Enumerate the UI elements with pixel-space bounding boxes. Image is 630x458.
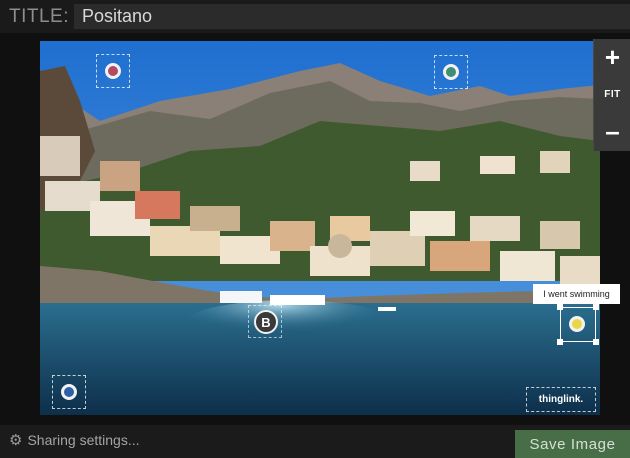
title-input[interactable] bbox=[74, 4, 630, 29]
pin-icon bbox=[443, 64, 459, 80]
thinglink-watermark[interactable]: thinglink. bbox=[526, 387, 596, 412]
tag-b-badge: B bbox=[254, 310, 278, 334]
resize-handle[interactable] bbox=[557, 339, 563, 345]
tag-tooltip: I went swimming bbox=[533, 284, 620, 304]
zoom-in-button[interactable]: + bbox=[594, 39, 630, 76]
sharing-settings-link[interactable]: ⚙ Sharing settings... bbox=[9, 431, 140, 449]
image-editor: B thinglink. I went swimming + FIT – bbox=[0, 33, 630, 425]
save-image-button[interactable]: Save Image bbox=[515, 430, 630, 458]
resize-handle[interactable] bbox=[593, 339, 599, 345]
resize-handle[interactable] bbox=[593, 304, 599, 310]
photo-illustration bbox=[40, 41, 600, 415]
resize-handle[interactable] bbox=[557, 304, 563, 310]
selected-tag-marker[interactable] bbox=[557, 304, 599, 345]
tag-marker-red[interactable] bbox=[96, 54, 130, 88]
positano-photo[interactable]: B thinglink. bbox=[40, 41, 600, 415]
tag-marker-blue[interactable] bbox=[52, 375, 86, 409]
sharing-settings-label: Sharing settings... bbox=[27, 432, 140, 448]
footer-bar: ⚙ Sharing settings... Save Image bbox=[0, 425, 630, 458]
title-bar: TITLE: bbox=[0, 0, 630, 33]
pin-icon bbox=[569, 316, 585, 332]
zoom-out-button[interactable]: – bbox=[594, 113, 630, 150]
title-label: TITLE: bbox=[9, 6, 70, 27]
tag-marker-green[interactable] bbox=[434, 55, 468, 89]
pin-icon bbox=[61, 384, 77, 400]
gear-icon: ⚙ bbox=[9, 432, 23, 449]
zoom-fit-button[interactable]: FIT bbox=[594, 76, 630, 113]
tag-marker-b[interactable]: B bbox=[248, 305, 282, 338]
zoom-controls: + FIT – bbox=[593, 39, 630, 151]
pin-icon bbox=[105, 63, 121, 79]
